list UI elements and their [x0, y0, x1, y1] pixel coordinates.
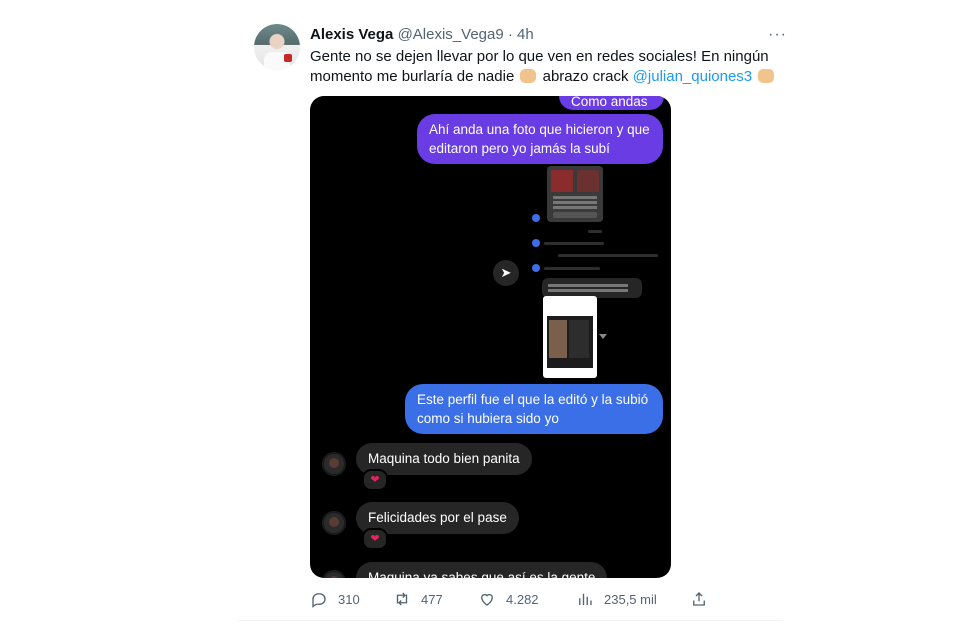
- like-count: 4.282: [506, 591, 539, 607]
- contact-avatar: [322, 511, 346, 535]
- tiny-text-line: [544, 267, 600, 270]
- heart-icon: [481, 593, 493, 606]
- view-count: 235,5 mil: [604, 591, 657, 607]
- author-handle[interactable]: @Alexis_Vega9: [398, 26, 504, 43]
- share-upload-icon: [693, 592, 705, 606]
- reply-icon: [312, 593, 326, 608]
- clapping-hands-emoji: [758, 69, 775, 83]
- tiny-text-line: [588, 230, 602, 233]
- shared-screenshot: [543, 296, 597, 378]
- shared-message-card: [542, 278, 642, 298]
- contact-avatar: [322, 452, 346, 476]
- mention-link[interactable]: @julian_quiones3: [633, 68, 752, 85]
- heart-reaction-icon: ❤: [362, 528, 388, 550]
- avatar[interactable]: [254, 24, 300, 70]
- reply-count: 310: [338, 591, 360, 607]
- message-out: Este perfil fue el que la editó y la sub…: [405, 384, 663, 434]
- author-name[interactable]: Alexis Vega: [310, 26, 393, 43]
- tweet-text-part2: abrazo crack: [542, 68, 629, 85]
- retweet-count: 477: [421, 591, 443, 607]
- message-out: Como andas ?: [559, 96, 664, 128]
- views-chart-icon: [579, 593, 592, 605]
- status-dot: [532, 239, 540, 247]
- more-options-icon[interactable]: ···: [768, 26, 787, 44]
- heart-reaction-icon: ❤: [362, 469, 388, 491]
- tweet-actions: 310 477 4.282 235,5 mil: [310, 588, 780, 610]
- tweet-header: Alexis Vega @Alexis_Vega9 · 4h: [310, 26, 534, 43]
- share-button[interactable]: [690, 588, 708, 610]
- separator: ·: [507, 26, 513, 43]
- status-dot: [532, 214, 540, 222]
- like-button[interactable]: 4.282: [478, 588, 539, 610]
- message-in: Maquina ya sabes que así es la gente: [356, 562, 608, 578]
- share-icon: ➤: [493, 260, 519, 286]
- retweet-button[interactable]: 477: [393, 588, 443, 610]
- timestamp[interactable]: 4h: [517, 26, 534, 43]
- tiny-text-line: [544, 242, 604, 245]
- raising-hands-emoji: [520, 69, 537, 83]
- tweet-media-image[interactable]: Como andas ? Ahí anda una foto que hicie…: [310, 96, 671, 578]
- tweet[interactable]: Alexis Vega @Alexis_Vega9 · 4h ··· Gente…: [238, 0, 786, 640]
- tweet-text: Gente no se dejen llevar por lo que ven …: [310, 47, 780, 87]
- retweet-icon: [396, 592, 408, 606]
- tiny-text-line: [558, 254, 658, 257]
- views-button[interactable]: 235,5 mil: [576, 588, 657, 610]
- status-dot: [532, 264, 540, 272]
- shared-story-thumbnail: [547, 166, 603, 222]
- chevron-down-icon: [599, 334, 607, 339]
- contact-avatar: [322, 570, 346, 578]
- message-out: Ahí anda una foto que hicieron y que edi…: [417, 114, 663, 164]
- divider: [238, 620, 783, 621]
- reply-button[interactable]: 310: [310, 588, 360, 610]
